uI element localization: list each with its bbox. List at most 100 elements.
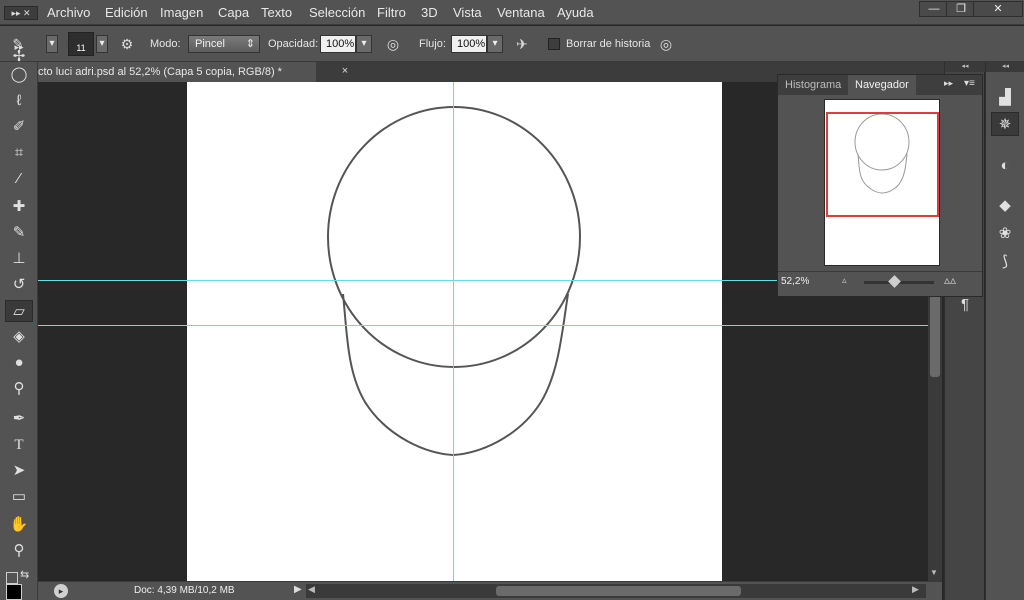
menu-filtro[interactable]: Filtro <box>377 5 406 20</box>
panel-menu-icon[interactable]: ▾≡ <box>964 78 975 89</box>
eraser-icon[interactable]: ▱ <box>5 300 33 322</box>
doc-size-info: Doc: 4,39 MB/10,2 MB <box>134 585 235 596</box>
menu-archivo[interactable]: Archivo <box>47 5 90 20</box>
restore-button[interactable]: ❐ <box>946 1 976 17</box>
navigator-panel: Histograma Navegador ▸▸ ▾≡ 52,2% ▵ ▵▵ <box>777 74 983 297</box>
tab-histograma[interactable]: Histograma <box>778 75 848 95</box>
document-canvas[interactable] <box>187 82 722 581</box>
dock-collapse-icon[interactable]: ◂◂ <box>945 62 985 72</box>
flow-label: Flujo: <box>419 38 446 50</box>
brush-panel-icon[interactable]: ⚙ <box>117 34 137 54</box>
histogram-icon[interactable]: ▟ <box>991 86 1019 110</box>
adjustments-icon[interactable]: ◐ <box>991 154 1019 178</box>
head-jaw-outline <box>342 293 569 457</box>
horizontal-scrollbar[interactable]: ◀ ▶ <box>306 584 926 598</box>
head-sketch <box>327 106 581 457</box>
horizontal-guide[interactable] <box>38 325 928 326</box>
menu-bar: ▸▸ ✕ Archivo Edición Imagen Capa Texto S… <box>0 0 1024 25</box>
opacity-label: Opacidad: <box>268 38 319 50</box>
paths-icon[interactable]: ⟆ <box>991 250 1019 274</box>
pen-icon[interactable]: ✒ <box>5 408 33 430</box>
zoom-in-icon[interactable]: ▵▵ <box>944 273 956 287</box>
opacity-dropdown[interactable]: ▾ <box>356 35 372 53</box>
shape-icon[interactable]: ▭ <box>5 486 33 508</box>
scroll-left-icon[interactable]: ◀ <box>308 584 315 595</box>
menu-texto[interactable]: Texto <box>261 5 292 20</box>
navigator-panel-tabs: Histograma Navegador ▸▸ ▾≡ <box>778 75 982 95</box>
paragraph-icon[interactable]: ¶ <box>955 295 975 315</box>
airbrush-icon[interactable]: ✈ <box>512 34 532 54</box>
layers-icon[interactable]: ◆ <box>991 194 1019 218</box>
navigator-view-rect[interactable] <box>826 112 939 217</box>
brush-icon[interactable]: ✎ <box>5 222 33 244</box>
options-bar: ✎ ▾ 11 ▾ ⚙ Modo: Pincel ⇕ Opacidad: 100%… <box>0 26 1024 62</box>
navigator-icon[interactable]: ✵ <box>991 112 1019 136</box>
menu-vista[interactable]: Vista <box>453 5 482 20</box>
tools-panel: ▸▸ ✢ ◯ ℓ ✐ ⌗ ⁄ ✚ ✎ ⊥ ↺ ▱ ◈ ● ⚲ ✒ T ➤ ▭ ✋… <box>0 42 38 600</box>
menu-edicion[interactable]: Edición <box>105 5 148 20</box>
pressure-opacity-icon[interactable]: ◎ <box>383 34 403 54</box>
menu-imagen[interactable]: Imagen <box>160 5 203 20</box>
navigator-zoom-bar: 52,2% ▵ ▵▵ <box>778 271 982 295</box>
marquee-icon[interactable]: ◯ <box>5 64 33 86</box>
bucket-icon[interactable]: ◈ <box>5 326 33 348</box>
ps-logo[interactable]: ▸▸ ✕ <box>4 6 38 20</box>
scroll-right-icon[interactable]: ▶ <box>912 584 919 595</box>
healing-icon[interactable]: ✚ <box>5 196 33 218</box>
zoom-slider[interactable] <box>864 275 934 288</box>
type-icon[interactable]: T <box>5 434 33 456</box>
flow-field[interactable]: 100% <box>451 35 487 53</box>
default-colors-icon[interactable] <box>6 572 18 584</box>
close-tab-icon[interactable]: × <box>338 64 352 78</box>
brush-size-value: 11 <box>76 43 86 53</box>
status-menu-icon[interactable]: ▸ <box>54 584 68 598</box>
close-window-button[interactable]: ✕ <box>973 1 1023 17</box>
quick-select-icon[interactable]: ✐ <box>5 116 33 138</box>
path-select-icon[interactable]: ➤ <box>5 460 33 482</box>
menu-ayuda[interactable]: Ayuda <box>557 5 594 20</box>
channels-icon[interactable]: ❀ <box>991 222 1019 246</box>
pressure-size-icon[interactable]: ◎ <box>656 34 676 54</box>
zoom-icon[interactable]: ⚲ <box>5 540 33 562</box>
vertical-guide[interactable] <box>453 82 454 581</box>
menu-3d[interactable]: 3D <box>421 5 438 20</box>
mode-select-value: Pincel <box>195 38 225 50</box>
zoom-out-icon[interactable]: ▵ <box>842 275 847 286</box>
minimize-button[interactable]: — <box>919 1 949 17</box>
panel-icon-column: ◂◂ ▟ ✵ ◐ ◆ ❀ ⟆ <box>985 62 1024 600</box>
hand-icon[interactable]: ✋ <box>5 514 33 536</box>
crop-icon[interactable]: ⌗ <box>5 142 33 164</box>
head-circle <box>327 106 581 368</box>
scroll-down-icon[interactable]: ▼ <box>930 568 938 577</box>
zoom-slider-knob[interactable] <box>888 275 901 288</box>
foreground-color-swatch[interactable] <box>6 584 22 600</box>
horizontal-scroll-thumb[interactable] <box>496 586 741 596</box>
panel-collapse-icon[interactable]: ▸▸ <box>944 78 953 89</box>
stamp-icon[interactable]: ⊥ <box>5 248 33 270</box>
swap-colors-icon[interactable]: ⇆ <box>20 568 29 581</box>
document-tab[interactable]: cto luci adri.psd al 52,2% (Capa 5 copia… <box>38 62 316 82</box>
iconcol-collapse-icon[interactable]: ◂◂ <box>986 62 1024 72</box>
menu-capa[interactable]: Capa <box>218 5 249 20</box>
brush-picker-dropdown[interactable]: ▾ <box>96 35 108 53</box>
erase-history-checkbox[interactable] <box>548 38 560 50</box>
status-bar: ▸ Doc: 4,39 MB/10,2 MB ▶ ◀ ▶ <box>38 581 942 600</box>
brush-size-preview[interactable]: 11 <box>68 32 94 56</box>
tool-preset-dropdown[interactable]: ▾ <box>46 35 58 53</box>
chevron-updown-icon: ⇕ <box>245 38 255 50</box>
blur-icon[interactable]: ● <box>5 352 33 374</box>
eyedropper-icon[interactable]: ⁄ <box>5 168 33 190</box>
lasso-icon[interactable]: ℓ <box>5 90 33 112</box>
dodge-icon[interactable]: ⚲ <box>5 378 33 400</box>
navigator-thumbnail[interactable] <box>824 99 940 266</box>
navigator-zoom-value[interactable]: 52,2% <box>781 276 809 287</box>
flow-dropdown[interactable]: ▾ <box>487 35 503 53</box>
mode-select[interactable]: Pincel ⇕ <box>188 35 260 53</box>
menu-ventana[interactable]: Ventana <box>497 5 545 20</box>
status-arrow-icon[interactable]: ▶ <box>294 584 302 595</box>
menu-seleccion[interactable]: Selección <box>309 5 365 20</box>
opacity-field[interactable]: 100% <box>320 35 356 53</box>
mode-label: Modo: <box>150 38 181 50</box>
history-brush-icon[interactable]: ↺ <box>5 274 33 296</box>
tab-navegador[interactable]: Navegador <box>848 75 916 95</box>
